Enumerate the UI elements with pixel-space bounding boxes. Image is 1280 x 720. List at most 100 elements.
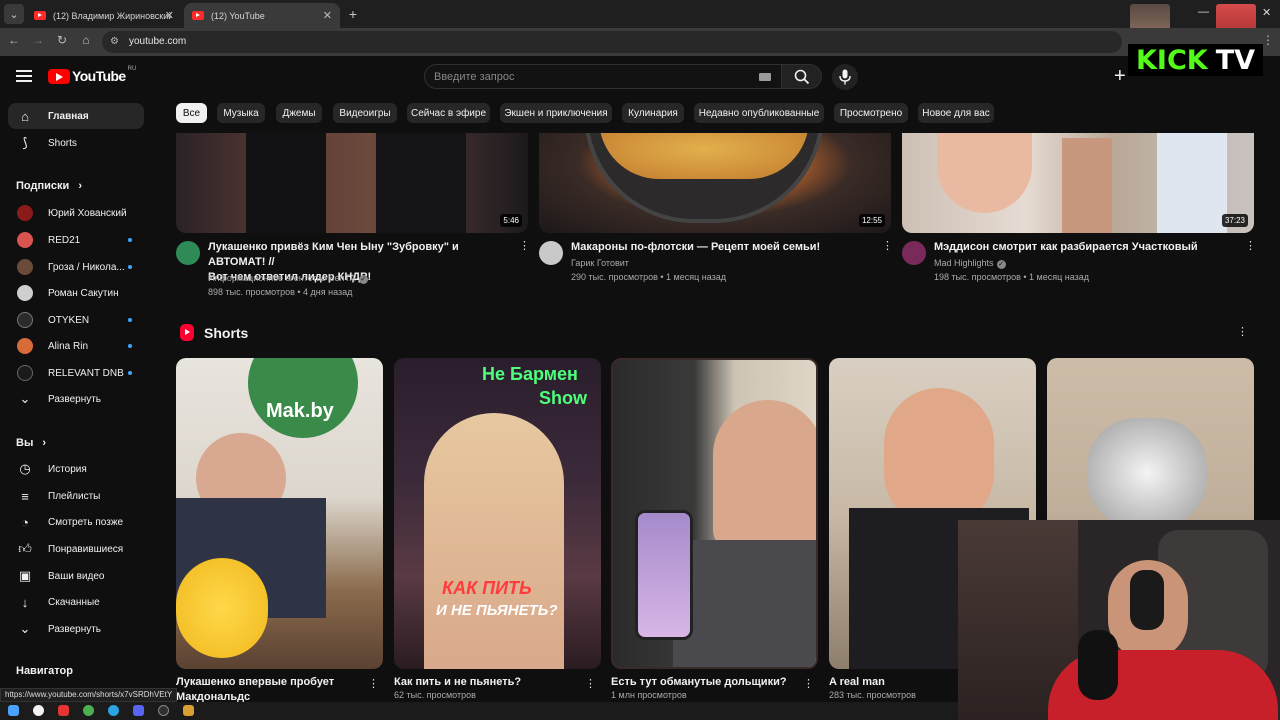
sidebar-item-home[interactable]: ⌂ Главная	[8, 103, 144, 129]
video-thumbnail[interactable]: 37:23	[902, 133, 1254, 233]
chevron-down-icon: ⌄	[19, 391, 31, 406]
channel-avatar[interactable]	[176, 241, 200, 265]
makby-logo-circle	[248, 358, 358, 438]
youtube-logo[interactable]: YouTube RU	[48, 66, 136, 84]
browser-tab-active[interactable]: (12) YouTube ✕	[184, 3, 340, 28]
you-heading[interactable]: Вы ›	[16, 437, 46, 449]
short-thumbnail[interactable]: Не Бармен Show КАК ПИТЬ И НЕ ПЬЯНЕТЬ?	[394, 358, 601, 669]
subscriptions-heading[interactable]: Подписки ›	[16, 180, 82, 192]
chip-watched[interactable]: Просмотрено	[834, 103, 908, 123]
reload-icon[interactable]: ↻	[54, 33, 70, 47]
new-content-dot	[128, 318, 132, 322]
chip-video-games[interactable]: Видеоигры	[333, 103, 397, 123]
video-channel[interactable]: Mad Highlights ✓	[934, 256, 1006, 270]
tab-title: (12) YouTube	[211, 10, 265, 21]
short-title[interactable]: Как пить и не пьянеть?	[394, 675, 521, 690]
menu-icon[interactable]	[16, 70, 32, 82]
subscription-item[interactable]: Юрий Хованский	[8, 200, 144, 226]
sidebar-item-liked[interactable]: 👍︎ Понравившиеся	[8, 536, 144, 562]
browser-tab[interactable]: (12) Владимир Жириновский ✕	[26, 3, 182, 28]
sidebar-item-label: Скачанные	[48, 596, 100, 608]
expand-you-button[interactable]: ⌄ Развернуть	[8, 616, 144, 642]
chrome-icon[interactable]	[83, 705, 94, 716]
discord-icon[interactable]	[133, 705, 144, 716]
close-window-icon[interactable]: ✕	[1262, 6, 1271, 19]
chip-all[interactable]: Все	[176, 103, 207, 123]
subscription-item[interactable]: Alina Rin	[8, 333, 144, 359]
sidebar-item-playlists[interactable]: ≡ Плейлисты	[8, 483, 144, 509]
obs-icon[interactable]	[158, 705, 169, 716]
video-channel[interactable]: Информационное агентство БелТА ✓	[208, 271, 368, 285]
short-views: 1 млн просмотров	[611, 690, 687, 700]
short-menu-icon[interactable]: ⋮	[803, 679, 814, 690]
close-tab-icon[interactable]: ✕	[165, 9, 174, 22]
sidebar-item-downloads[interactable]: ↓ Скачанные	[8, 589, 144, 615]
short-title[interactable]: Есть тут обманутые дольщики?	[611, 675, 787, 690]
channel-avatar[interactable]	[539, 241, 563, 265]
subscription-item[interactable]: Гроза / Никола...	[8, 254, 144, 280]
channel-name: Информационное агентство БелТА	[208, 273, 356, 283]
new-tab-button[interactable]: +	[343, 4, 363, 24]
thumbnail-face	[937, 133, 1032, 213]
short-thumbnail[interactable]	[611, 358, 818, 669]
tab-search-button[interactable]: ⌄	[4, 4, 24, 24]
sidebar-item-shorts[interactable]: ⟆ Shorts	[8, 130, 144, 156]
channel-avatar[interactable]	[902, 241, 926, 265]
subscription-item[interactable]: RELEVANT DNB	[8, 360, 144, 386]
windows-start-icon[interactable]	[8, 705, 19, 716]
your-videos-icon: ▣	[18, 568, 32, 583]
chip-recently-uploaded[interactable]: Недавно опубликованные	[694, 103, 824, 123]
video-menu-icon[interactable]: ⋮	[882, 241, 893, 252]
yandex-browser-icon[interactable]	[58, 705, 69, 716]
chip-action-adventure[interactable]: Экшен и приключения	[500, 103, 612, 123]
keyboard-icon[interactable]	[759, 73, 771, 81]
subscription-item[interactable]: RED21	[8, 227, 144, 253]
back-icon[interactable]: ←	[6, 33, 22, 47]
video-title[interactable]: Мэддисон смотрит как разбирается Участко…	[934, 240, 1234, 255]
telegram-icon[interactable]	[108, 705, 119, 716]
chip-new-for-you[interactable]: Новое для вас	[918, 103, 994, 123]
channel-avatar	[17, 312, 33, 328]
search-button[interactable]	[782, 64, 822, 89]
sidebar-item-your-videos[interactable]: ▣ Ваши видео	[8, 563, 144, 589]
video-menu-icon[interactable]: ⋮	[519, 241, 530, 252]
yandex-icon[interactable]	[33, 705, 44, 716]
site-info-icon[interactable]: ⚙	[110, 36, 122, 48]
chip-jams[interactable]: Джемы	[276, 103, 322, 123]
chip-live[interactable]: Сейчас в эфире	[407, 103, 490, 123]
chip-cooking[interactable]: Кулинария	[622, 103, 684, 123]
shorts-menu-icon[interactable]: ⋮	[1237, 327, 1248, 338]
short-menu-icon[interactable]: ⋮	[368, 679, 379, 690]
short-title-line: Лукашенко впервые пробует	[176, 676, 335, 688]
subscription-item[interactable]: Роман Сакутин	[8, 280, 144, 306]
short-thumbnail[interactable]: Mak.by	[176, 358, 383, 669]
video-thumbnail[interactable]: 5:46	[176, 133, 528, 233]
video-thumbnail[interactable]: 12:55	[539, 133, 891, 233]
close-tab-icon[interactable]: ✕	[323, 9, 332, 22]
subscription-item[interactable]: OTYKEN	[8, 307, 144, 333]
address-bar[interactable]: ⚙ youtube.com	[102, 31, 1122, 53]
sidebar-item-watch-later[interactable]: ◔ Смотреть позже	[8, 509, 144, 535]
thumbnail-figure	[1157, 133, 1227, 233]
video-channel[interactable]: Гарик Готовит	[571, 256, 629, 270]
voice-search-button[interactable]	[832, 64, 858, 90]
subscription-label: Гроза / Никола...	[48, 261, 125, 273]
sidebar-item-label: Смотреть позже	[48, 516, 124, 528]
app-icon[interactable]	[183, 705, 194, 716]
forward-icon[interactable]: →	[30, 33, 46, 47]
minimize-icon[interactable]: —	[1198, 6, 1209, 18]
address-url: youtube.com	[129, 36, 187, 47]
video-title[interactable]: Макароны по-флотски — Рецепт моей семьи!	[571, 240, 871, 255]
search-input[interactable]: Введите запрос	[424, 64, 782, 89]
sidebar-item-history[interactable]: ◷ История	[8, 456, 144, 482]
chip-music[interactable]: Музыка	[217, 103, 265, 123]
home-button-icon[interactable]: ⌂	[78, 33, 94, 47]
expand-subscriptions-button[interactable]: ⌄ Развернуть	[8, 386, 144, 412]
short-title[interactable]: A real man	[829, 675, 885, 690]
short-menu-icon[interactable]: ⋮	[585, 679, 596, 690]
video-menu-icon[interactable]: ⋮	[1245, 241, 1256, 252]
sidebar-item-label: Понравившиеся	[48, 543, 124, 555]
create-icon[interactable]: +	[1114, 66, 1126, 86]
short-title[interactable]: Лукашенко впервые пробует Макдональдс	[176, 675, 366, 705]
thumbnail-figure	[376, 133, 466, 233]
